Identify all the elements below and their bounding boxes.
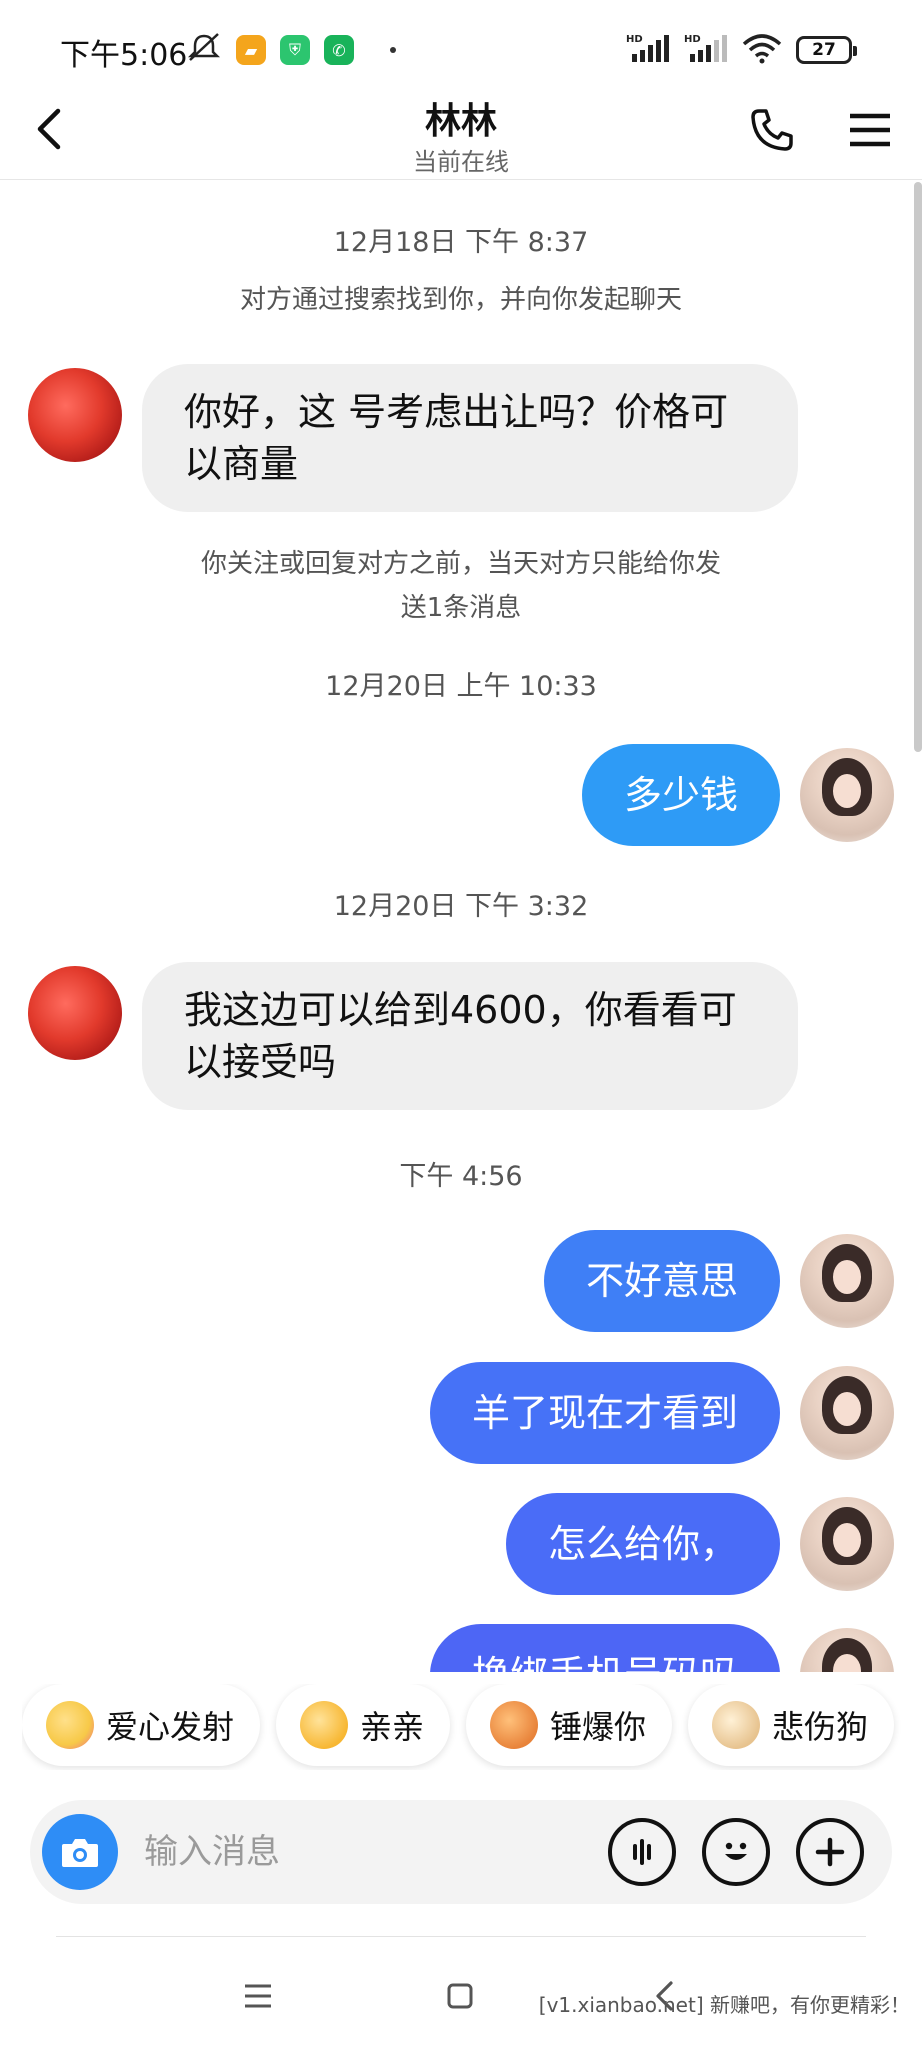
outgoing-message[interactable]: 羊了现在才看到 [429, 1362, 780, 1464]
message-input[interactable] [144, 1820, 574, 1884]
sticker-sad-dog[interactable]: 悲伤狗 [688, 1684, 895, 1766]
mute-icon [186, 32, 222, 68]
my-avatar[interactable] [800, 1366, 894, 1460]
voice-wave-icon [633, 1839, 651, 1865]
contact-avatar[interactable] [28, 368, 122, 462]
message-list[interactable]: 12月18日 下午 8:37 对方通过搜索找到你，并向你发起聊天 你好，这 号考… [0, 182, 922, 1672]
status-icons-left: ▰ ⛨ ✆ [186, 32, 396, 68]
outgoing-message[interactable]: 多少钱 [581, 744, 780, 846]
timestamp: 12月20日 下午 3:32 [333, 891, 589, 922]
svg-text:HD: HD [626, 34, 643, 45]
kiss-emoji-icon [300, 1701, 349, 1749]
my-avatar[interactable] [800, 1628, 894, 1672]
menu-button[interactable] [842, 102, 898, 158]
chat-header: 林林 当前在线 [0, 90, 922, 180]
svg-text:HD: HD [684, 34, 701, 45]
incoming-message[interactable]: 你好，这 号考虑出让吗？价格可以商量 [142, 364, 798, 512]
sticker-label: 悲伤狗 [772, 1708, 869, 1746]
message-input-bar [30, 1800, 892, 1904]
voice-button[interactable] [608, 1818, 676, 1886]
system-notice: 你关注或回复对方之前，当天对方只能给你发送1条消息 [200, 549, 721, 623]
sticker-heart[interactable]: 爱心发射 [22, 1684, 261, 1766]
system-notice: 对方通过搜索找到你，并向你发起聊天 [239, 285, 682, 315]
sticker-label: 爱心发射 [106, 1708, 235, 1746]
phone-icon [751, 109, 793, 151]
voice-call-button[interactable] [744, 102, 800, 158]
sticker-hammer[interactable]: 锤爆你 [466, 1684, 673, 1766]
contact-avatar[interactable] [28, 966, 122, 1060]
camera-icon [62, 1839, 98, 1867]
timestamp: 12月18日 下午 8:37 [333, 227, 589, 258]
camera-button[interactable] [42, 1814, 118, 1890]
my-avatar[interactable] [800, 748, 894, 842]
incoming-message[interactable]: 我这边可以给到4600，你看看可以接受吗 [142, 962, 798, 1110]
status-icons-right: HD HD 27 [626, 32, 857, 68]
sticker-label: 亲亲 [360, 1708, 425, 1746]
more-notifications-dot [390, 47, 396, 53]
wifi-icon [742, 32, 782, 68]
signal-icon-1: HD [626, 32, 670, 68]
square-icon [447, 1983, 473, 2009]
signal-icon-2: HD [684, 32, 728, 68]
sticker-label: 锤爆你 [550, 1708, 647, 1746]
outgoing-message[interactable]: 换绑手机号码吗 [429, 1624, 780, 1672]
smiley-icon [725, 1842, 747, 1860]
security-app-icon: ⛨ [280, 35, 310, 65]
heart-emoji-icon [46, 1701, 94, 1749]
outgoing-message[interactable]: 不好意思 [543, 1230, 780, 1332]
timestamp: 下午 4:56 [399, 1161, 523, 1192]
system-nav-bar: [v1.xianbao.net] 新赚吧，有你更精彩！ [0, 1960, 922, 2030]
battery-indicator: 27 [796, 36, 857, 64]
emoji-button[interactable] [702, 1818, 770, 1886]
status-bar: 下午5:06 ▰ ⛨ ✆ HD HD 27 [0, 0, 922, 96]
sticker-suggestions: 爱心发射 亲亲 锤爆你 悲伤狗 [22, 1684, 922, 1770]
recent-apps-button[interactable] [236, 1974, 280, 2018]
my-avatar[interactable] [800, 1497, 894, 1591]
sticker-kiss[interactable]: 亲亲 [276, 1684, 451, 1766]
sad-dog-icon [712, 1701, 761, 1749]
divider [56, 1936, 866, 1937]
more-actions-button[interactable] [796, 1818, 864, 1886]
phone-app-icon: ✆ [324, 35, 354, 65]
outgoing-message[interactable]: 怎么给你， [505, 1493, 780, 1595]
status-time: 下午5:06 [60, 38, 188, 73]
menu-icon [245, 1984, 271, 2008]
timestamp: 12月20日 上午 10:33 [325, 671, 597, 702]
hammer-icon [490, 1701, 539, 1749]
watermark: [v1.xianbao.net] 新赚吧，有你更精彩！ [538, 1993, 910, 2017]
home-button[interactable] [438, 1974, 482, 2018]
menu-icon [850, 113, 890, 147]
scrollbar[interactable] [914, 182, 922, 752]
notes-app-icon: ▰ [236, 35, 266, 65]
my-avatar[interactable] [800, 1234, 894, 1328]
plus-icon [815, 1837, 845, 1867]
